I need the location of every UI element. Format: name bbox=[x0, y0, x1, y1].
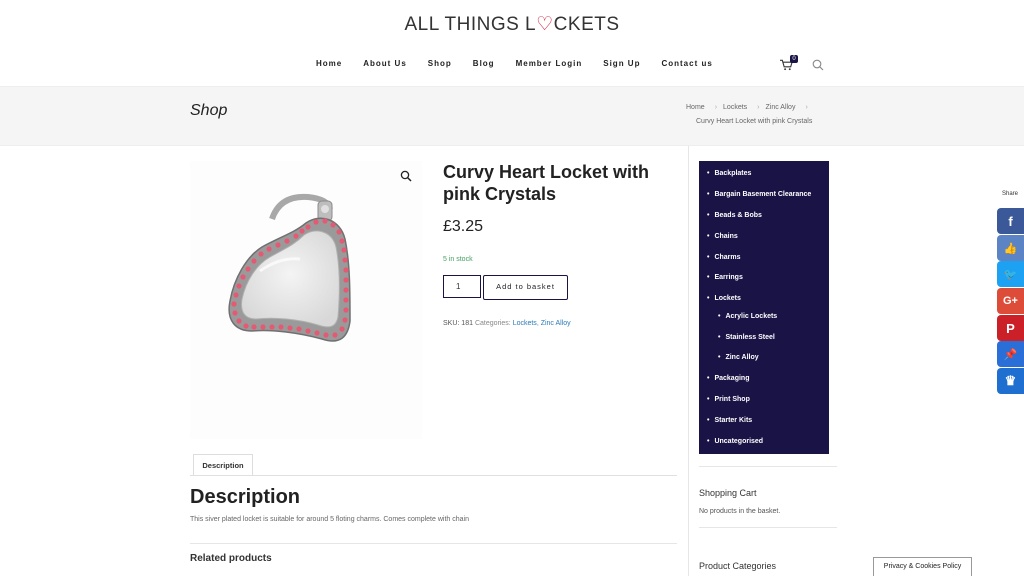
product-meta: SKU: 181 Categories: Lockets, Zinc Alloy bbox=[443, 320, 571, 327]
description-heading: Description bbox=[190, 486, 301, 508]
breadcrumb-separator-icon: › bbox=[714, 104, 718, 111]
main-nav: Home About Us Shop Blog Member Login Sig… bbox=[316, 59, 734, 68]
like-share-icon[interactable]: 👍 bbox=[997, 235, 1024, 261]
category-item-bargain-basement-clearance[interactable]: Bargain Basement Clearance bbox=[707, 191, 811, 198]
stock-status: 5 in stock bbox=[443, 256, 473, 263]
description-text: This siver plated locket is suitable for… bbox=[190, 516, 469, 523]
quantity-input[interactable]: 1 bbox=[443, 275, 481, 298]
crown-share-icon[interactable]: ♛ bbox=[997, 368, 1024, 394]
privacy-cookies-policy-button[interactable]: Privacy & Cookies Policy bbox=[873, 557, 972, 576]
category-link-lockets[interactable]: Lockets bbox=[513, 320, 537, 327]
sku-value: 181 bbox=[461, 320, 473, 327]
tab-divider bbox=[190, 475, 677, 476]
product-price: £3.25 bbox=[443, 218, 484, 235]
breadcrumb-lockets[interactable]: Lockets bbox=[723, 104, 747, 111]
breadcrumb-zinc-alloy[interactable]: Zinc Alloy bbox=[766, 104, 796, 111]
related-products-heading: Related products bbox=[190, 553, 272, 564]
share-label: Share bbox=[1002, 191, 1019, 197]
cart-count-badge: 0 bbox=[790, 55, 798, 63]
description-divider bbox=[190, 543, 677, 544]
category-item-stainless-steel[interactable]: Stainless Steel bbox=[718, 334, 774, 341]
pin-share-icon[interactable]: 📌 bbox=[997, 341, 1024, 367]
sidebar-divider bbox=[688, 146, 689, 576]
category-item-zinc-alloy[interactable]: Zinc Alloy bbox=[718, 354, 758, 361]
cart-empty-message: No products in the basket. bbox=[699, 508, 781, 515]
category-item-lockets[interactable]: Lockets bbox=[707, 295, 740, 302]
categories-label: Categories: bbox=[474, 320, 511, 327]
add-to-basket-button[interactable]: Add to basket bbox=[483, 275, 568, 300]
category-item-acrylic-lockets[interactable]: Acrylic Lockets bbox=[718, 313, 777, 320]
nav-home[interactable]: Home bbox=[316, 59, 342, 68]
nav-contact-us[interactable]: Contact us bbox=[661, 59, 712, 68]
product-image[interactable] bbox=[190, 161, 422, 439]
tab-description[interactable]: Description bbox=[193, 454, 253, 476]
pinterest-share-icon[interactable]: P bbox=[997, 315, 1024, 341]
sidebar-divider-1 bbox=[699, 466, 837, 467]
nav-member-login[interactable]: Member Login bbox=[516, 59, 583, 68]
breadcrumb: Home › Lockets › Zinc Alloy › Curvy Heart Loc… bbox=[686, 104, 814, 125]
sku-label: SKU: bbox=[443, 320, 460, 327]
logo-text-prefix: ALL THINGS L bbox=[404, 14, 537, 35]
category-link-zinc-alloy[interactable]: Zinc Alloy bbox=[541, 320, 571, 327]
breadcrumb-separator-icon: › bbox=[805, 104, 808, 111]
product-categories-heading: Product Categories bbox=[699, 561, 777, 571]
sidebar-divider-2 bbox=[699, 527, 837, 528]
cart-button[interactable]: 0 bbox=[780, 55, 798, 71]
page-title: Shop bbox=[190, 102, 228, 119]
twitter-share-icon[interactable]: 🐦 bbox=[997, 261, 1024, 287]
breadcrumb-home[interactable]: Home bbox=[686, 104, 705, 111]
category-item-starter-kits[interactable]: Starter Kits bbox=[707, 417, 752, 424]
heart-locket-image bbox=[228, 193, 351, 342]
category-item-uncategorised[interactable]: Uncategorised bbox=[707, 438, 763, 445]
category-item-earrings[interactable]: Earrings bbox=[707, 274, 742, 281]
category-item-packaging[interactable]: Packaging bbox=[707, 375, 749, 382]
breadcrumb-separator-icon: › bbox=[757, 104, 760, 111]
breadcrumb-current: Curvy Heart Locket with pink Crystals bbox=[696, 118, 813, 125]
site-logo[interactable]: ALL THINGS L♡CKETS bbox=[0, 13, 1024, 36]
nav-shop[interactable]: Shop bbox=[428, 59, 452, 68]
facebook-share-icon[interactable]: f bbox=[997, 208, 1024, 234]
page-title-bar: Shop Home › Lockets › Zinc Alloy › Curvy Hear… bbox=[0, 86, 1024, 146]
category-item-charms[interactable]: Charms bbox=[707, 254, 740, 261]
category-item-print-shop[interactable]: Print Shop bbox=[707, 396, 749, 403]
logo-text-suffix: CKETS bbox=[553, 14, 620, 35]
logo-heart-icon: ♡ bbox=[536, 14, 554, 35]
shopping-cart-heading: Shopping Cart bbox=[699, 488, 757, 498]
nav-about-us[interactable]: About Us bbox=[363, 59, 407, 68]
category-menu: Backplates Bargain Basement Clearance Be… bbox=[699, 161, 829, 454]
product-title: Curvy Heart Locket with pink Crystals bbox=[443, 162, 650, 204]
site-header: ALL THINGS L♡CKETS Home About Us Shop Bl… bbox=[0, 0, 1024, 86]
search-icon[interactable] bbox=[812, 59, 824, 71]
zoom-icon[interactable] bbox=[400, 170, 412, 182]
category-item-beads-bobs[interactable]: Beads & Bobs bbox=[707, 212, 761, 219]
nav-sign-up[interactable]: Sign Up bbox=[603, 59, 640, 68]
nav-blog[interactable]: Blog bbox=[473, 59, 495, 68]
category-item-chains[interactable]: Chains bbox=[707, 233, 737, 240]
google-plus-share-icon[interactable]: G+ bbox=[997, 288, 1024, 314]
category-item-backplates[interactable]: Backplates bbox=[707, 170, 751, 177]
